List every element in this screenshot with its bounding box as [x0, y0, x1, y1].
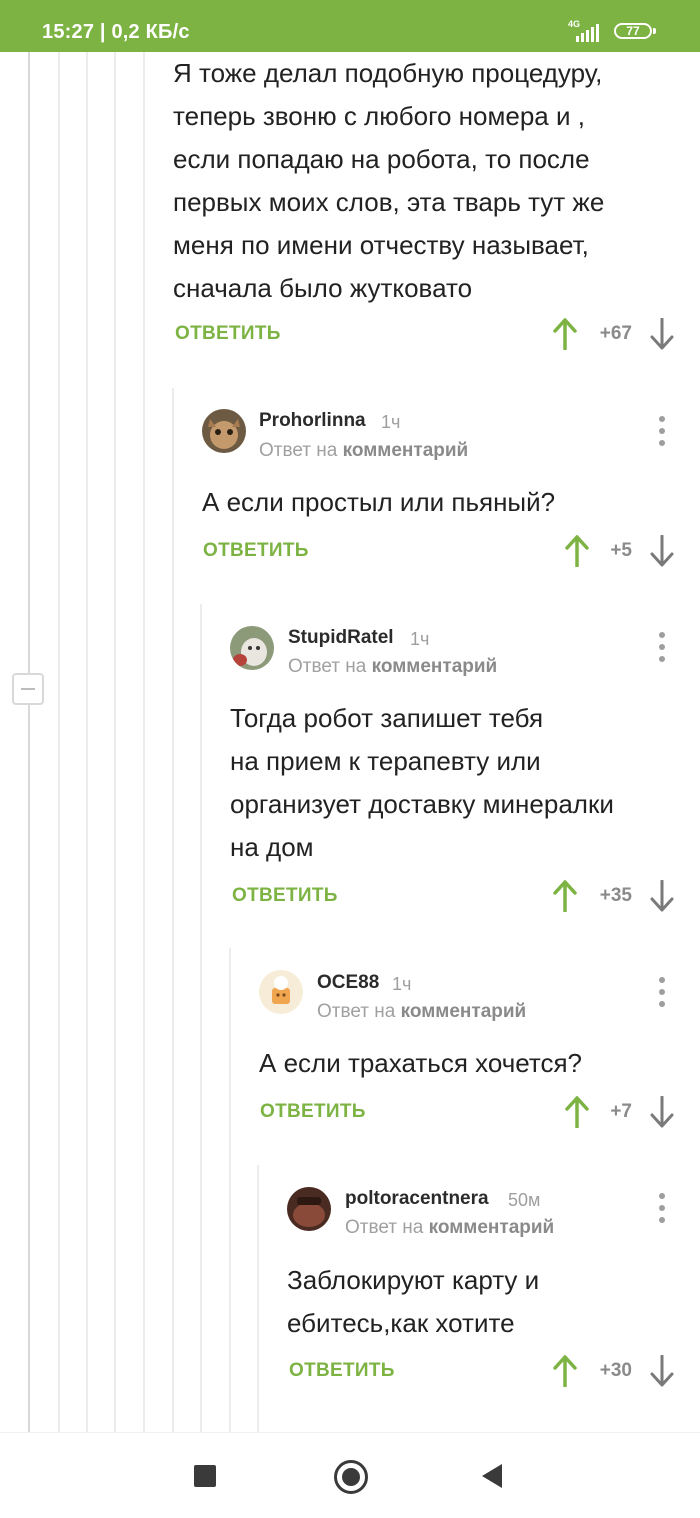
thread-line	[200, 604, 202, 1432]
battery-icon: 77	[614, 23, 652, 39]
comment-author[interactable]: poltoracentnera	[345, 1188, 489, 1210]
collapse-thread-icon[interactable]	[12, 673, 44, 705]
upvote-arrow-icon[interactable]	[551, 1355, 579, 1387]
thread-line	[28, 705, 30, 1432]
more-menu-icon[interactable]	[654, 630, 670, 664]
avatar-image	[202, 409, 246, 453]
comment-author[interactable]: Prohorlinna	[259, 410, 366, 432]
comment-time: 1ч	[392, 974, 412, 994]
comment-text: Заблокируют карту и ебитесь,как хотите	[287, 1265, 540, 1338]
reply-button[interactable]: ОТВЕТИТЬ	[260, 1101, 366, 1123]
avatar[interactable]	[202, 409, 246, 453]
thread-line	[114, 52, 116, 1432]
thread-line	[86, 52, 88, 1432]
comment-text: Я тоже делал подобную процедуру, теперь …	[173, 58, 605, 303]
avatar[interactable]	[287, 1187, 331, 1231]
comment-score: +35	[599, 885, 632, 906]
upvote-arrow-icon[interactable]	[551, 318, 579, 350]
thread-line	[172, 388, 174, 1432]
reply-to-prefix: Ответ на	[345, 1217, 424, 1238]
thread-line	[257, 1165, 259, 1432]
upvote-arrow-icon[interactable]	[551, 880, 579, 912]
more-menu-icon[interactable]	[654, 1191, 670, 1225]
system-navigation-bar	[0, 1432, 700, 1518]
avatar[interactable]	[259, 970, 303, 1014]
battery-level: 77	[626, 24, 640, 38]
comment-author[interactable]: StupidRatel	[288, 627, 394, 649]
avatar-image	[230, 626, 274, 670]
reply-to-prefix: Ответ на	[288, 656, 367, 677]
downvote-arrow-icon[interactable]	[648, 880, 676, 912]
home-icon[interactable]	[334, 1460, 368, 1494]
avatar-image	[259, 970, 303, 1014]
reply-button[interactable]: ОТВЕТИТЬ	[203, 540, 309, 562]
avatar-image	[287, 1187, 331, 1231]
more-menu-icon[interactable]	[654, 414, 670, 448]
comment-text: А если простыл или пьяный?	[202, 487, 556, 517]
thread-line	[229, 948, 231, 1432]
comment-text: А если трахаться хочется?	[259, 1048, 583, 1078]
reply-to-line: Ответ на комментарий	[288, 656, 497, 678]
downvote-arrow-icon[interactable]	[648, 318, 676, 350]
comment-author[interactable]: OCE88	[317, 972, 379, 994]
signal-icon: 4G	[568, 19, 599, 42]
thread-line	[143, 52, 145, 1432]
recents-icon[interactable]	[194, 1465, 216, 1487]
thread-line	[28, 52, 30, 697]
reply-to-prefix: Ответ на	[259, 440, 338, 461]
comment-score: +7	[610, 1101, 632, 1122]
avatar[interactable]	[230, 626, 274, 670]
comment-score: +67	[599, 323, 632, 344]
reply-to-link[interactable]: комментарий	[401, 1001, 527, 1022]
comment-time: 1ч	[410, 629, 430, 649]
reply-to-link[interactable]: комментарий	[372, 656, 498, 677]
back-icon[interactable]	[482, 1464, 502, 1488]
reply-to-link[interactable]: комментарий	[429, 1217, 555, 1238]
svg-text:4G: 4G	[568, 19, 580, 29]
more-menu-icon[interactable]	[654, 975, 670, 1009]
comment-time: 1ч	[381, 412, 401, 432]
status-time: 15:27 | 0,2 КБ/с	[42, 21, 190, 43]
downvote-arrow-icon[interactable]	[648, 535, 676, 567]
downvote-arrow-icon[interactable]	[648, 1096, 676, 1128]
reply-to-line: Ответ на комментарий	[317, 1001, 526, 1023]
status-bar: 15:27 | 0,2 КБ/с 4G 77	[0, 0, 700, 52]
battery-tip	[653, 28, 656, 34]
comment-score: +30	[599, 1360, 632, 1381]
reply-to-link[interactable]: комментарий	[343, 440, 469, 461]
comment-score: +5	[610, 540, 632, 561]
reply-to-line: Ответ на комментарий	[345, 1217, 554, 1239]
comment-text: Тогда робот запишет тебя на прием к тера…	[230, 703, 614, 862]
comment-time: 50м	[508, 1190, 541, 1210]
downvote-arrow-icon[interactable]	[648, 1355, 676, 1387]
thread-line	[58, 52, 60, 1432]
reply-button[interactable]: ОТВЕТИТЬ	[232, 885, 338, 907]
reply-to-prefix: Ответ на	[317, 1001, 396, 1022]
reply-button[interactable]: ОТВЕТИТЬ	[289, 1360, 395, 1382]
reply-button[interactable]: ОТВЕТИТЬ	[175, 323, 281, 345]
reply-to-line: Ответ на комментарий	[259, 440, 468, 462]
